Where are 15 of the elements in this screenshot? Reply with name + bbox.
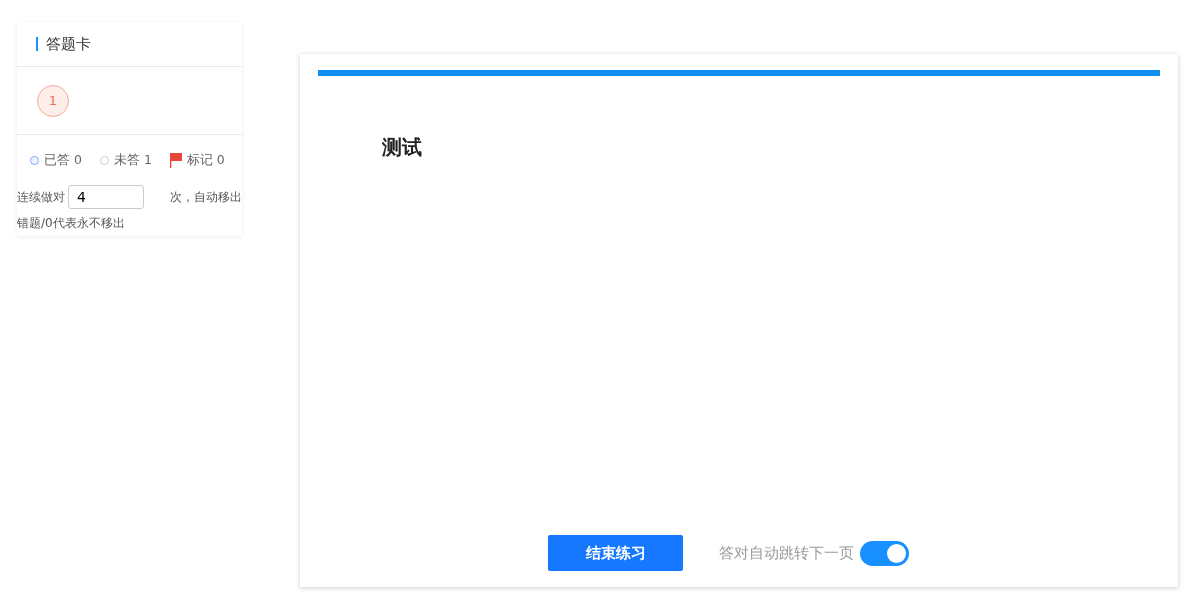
flag-icon [169,152,182,168]
auto-next-switch[interactable] [860,540,909,566]
auto-next-label: 答对自动跳转下一页 [719,543,854,563]
question-number[interactable]: 1 [37,84,69,117]
finish-practice-button[interactable]: 结束练习 [548,535,683,571]
setting-label: 连续做对 [17,188,65,206]
panel-title: 答题卡 [46,34,91,54]
streak-count-input[interactable]: 4 [68,185,144,209]
answered-dot-icon [30,155,39,165]
legend-label: 未答 1 [113,151,152,169]
legend-label: 已答 0 [44,151,82,169]
setting-description: 次，自动移出 [170,188,242,206]
setting-note: 错题/0代表永不移出 [17,215,126,232]
question-title: 测试 [382,134,423,161]
legend-label: 标记 0 [186,151,225,169]
